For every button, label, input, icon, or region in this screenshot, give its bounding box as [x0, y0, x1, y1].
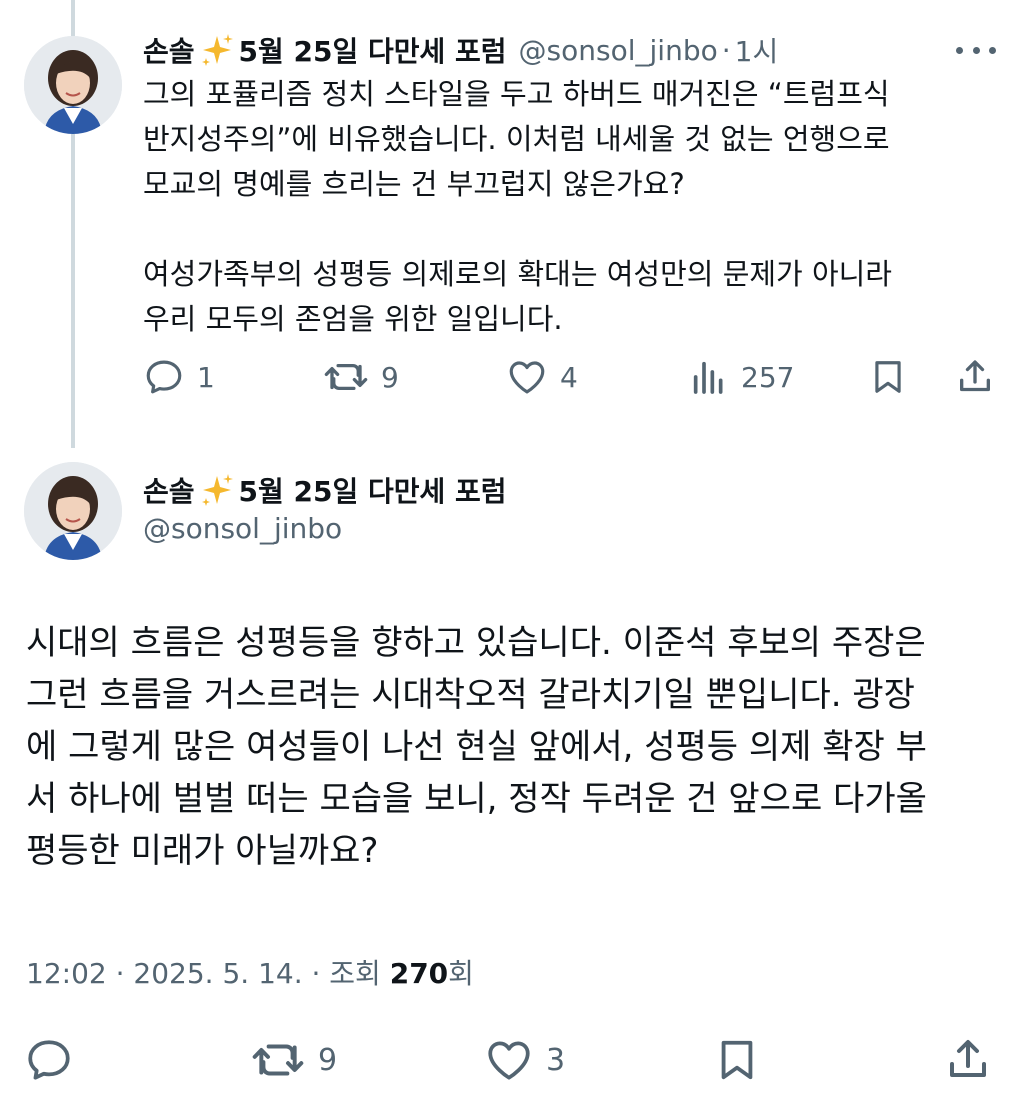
repost-icon — [324, 363, 368, 391]
bookmark-icon — [875, 361, 901, 393]
text-line: 반지성주의”에 비유했습니다. 이처럼 내세울 것 없는 언행으로 — [143, 122, 890, 156]
share-icon — [960, 360, 990, 392]
bookmark-button[interactable] — [869, 356, 907, 398]
text-line: 에 그렇게 많은 여성들이 나선 현실 앞에서, 성평등 의제 확장 부 — [26, 727, 927, 767]
like-button[interactable]: 4 — [506, 356, 578, 398]
avatar-image — [24, 36, 122, 134]
sparkles-icon — [201, 474, 233, 506]
tweet-meta: 12:02 · 2025. 5. 14. · 조회 270회 — [26, 952, 474, 992]
heart-icon — [509, 361, 545, 394]
text-line: 시대의 흐름은 성평등을 향하고 있습니다. 이준석 후보의 주장은 — [26, 623, 926, 663]
repost-count: 9 — [381, 360, 399, 394]
text-line: 모교의 명예를 흐리는 건 부끄럽지 않은가요? — [143, 167, 685, 201]
reply-header: 손솔 5월 25일 다만세 포럼 @sonsol_jinbo · 1시 — [143, 30, 778, 70]
text-line: 서 하나에 벌벌 떠는 모습을 보니, 정작 두려운 건 앞으로 다가올 — [26, 779, 927, 819]
display-name[interactable]: 손솔 — [143, 470, 195, 510]
views-count: 257 — [741, 360, 795, 394]
reply-button[interactable] — [24, 1035, 74, 1085]
text-line: 그의 포퓰리즘 정치 스타일을 두고 하버드 매거진은 “트럼프식 — [143, 77, 890, 111]
separator-dot: · — [721, 33, 731, 67]
relative-time[interactable]: 1시 — [735, 30, 779, 70]
bookmark-button[interactable] — [714, 1035, 760, 1085]
handle[interactable]: @sonsol_jinbo — [143, 512, 342, 545]
like-count: 4 — [560, 360, 578, 394]
reply-count: 1 — [197, 360, 215, 394]
display-name[interactable]: 손솔 — [143, 30, 195, 70]
repost-icon — [252, 1044, 304, 1076]
reply-icon — [146, 360, 182, 394]
repost-button[interactable]: 9 — [250, 1035, 337, 1085]
like-button[interactable]: 3 — [484, 1035, 565, 1085]
main-name-row: 손솔 5월 25일 다만세 포럼 — [143, 468, 507, 512]
timestamp[interactable]: 12:02 · 2025. 5. 14. · 조회 — [26, 957, 390, 990]
more-dots-icon[interactable] — [956, 38, 996, 62]
bookmark-icon — [721, 1040, 753, 1080]
views-chart-icon — [693, 361, 723, 394]
reply-button[interactable]: 1 — [143, 356, 215, 398]
reply-action-bar: 1 9 4 257 — [143, 354, 1003, 400]
avatar[interactable] — [24, 462, 122, 560]
text-line: 그런 흐름을 거스르려는 시대착오적 갈라치기일 뿐입니다. 광장 — [26, 675, 915, 715]
main-action-bar: 9 3 — [24, 1034, 1004, 1086]
tweet-text: 시대의 흐름은 성평등을 향하고 있습니다. 이준석 후보의 주장은 그런 흐름… — [26, 617, 1006, 877]
views-button[interactable]: 257 — [689, 356, 794, 398]
share-button[interactable] — [955, 356, 995, 398]
share-icon — [950, 1040, 986, 1077]
display-name-suffix[interactable]: 5월 25일 다만세 포럼 — [239, 30, 507, 70]
avatar[interactable] — [24, 36, 122, 134]
avatar-image — [24, 462, 122, 560]
view-count: 270 — [389, 957, 449, 990]
repost-button[interactable]: 9 — [323, 356, 399, 398]
heart-icon — [488, 1041, 530, 1080]
display-name-suffix[interactable]: 5월 25일 다만세 포럼 — [239, 470, 507, 510]
text-line: 평등한 미래가 아닐까요? — [26, 831, 379, 871]
handle[interactable]: @sonsol_jinbo — [519, 34, 718, 67]
share-button[interactable] — [944, 1035, 992, 1085]
repost-count: 9 — [318, 1042, 338, 1078]
view-suffix: 회 — [448, 957, 474, 990]
sparkles-icon — [201, 34, 233, 66]
text-line: 여성가족부의 성평등 의제로의 확대는 여성만의 문제가 아니라 — [143, 257, 892, 291]
like-count: 3 — [546, 1042, 566, 1078]
text-line: 우리 모두의 존엄을 위한 일입니다. — [143, 302, 563, 336]
reply-text: 그의 포퓰리즘 정치 스타일을 두고 하버드 매거진은 “트럼프식 반지성주의”… — [143, 72, 1003, 342]
reply-icon — [28, 1040, 70, 1080]
